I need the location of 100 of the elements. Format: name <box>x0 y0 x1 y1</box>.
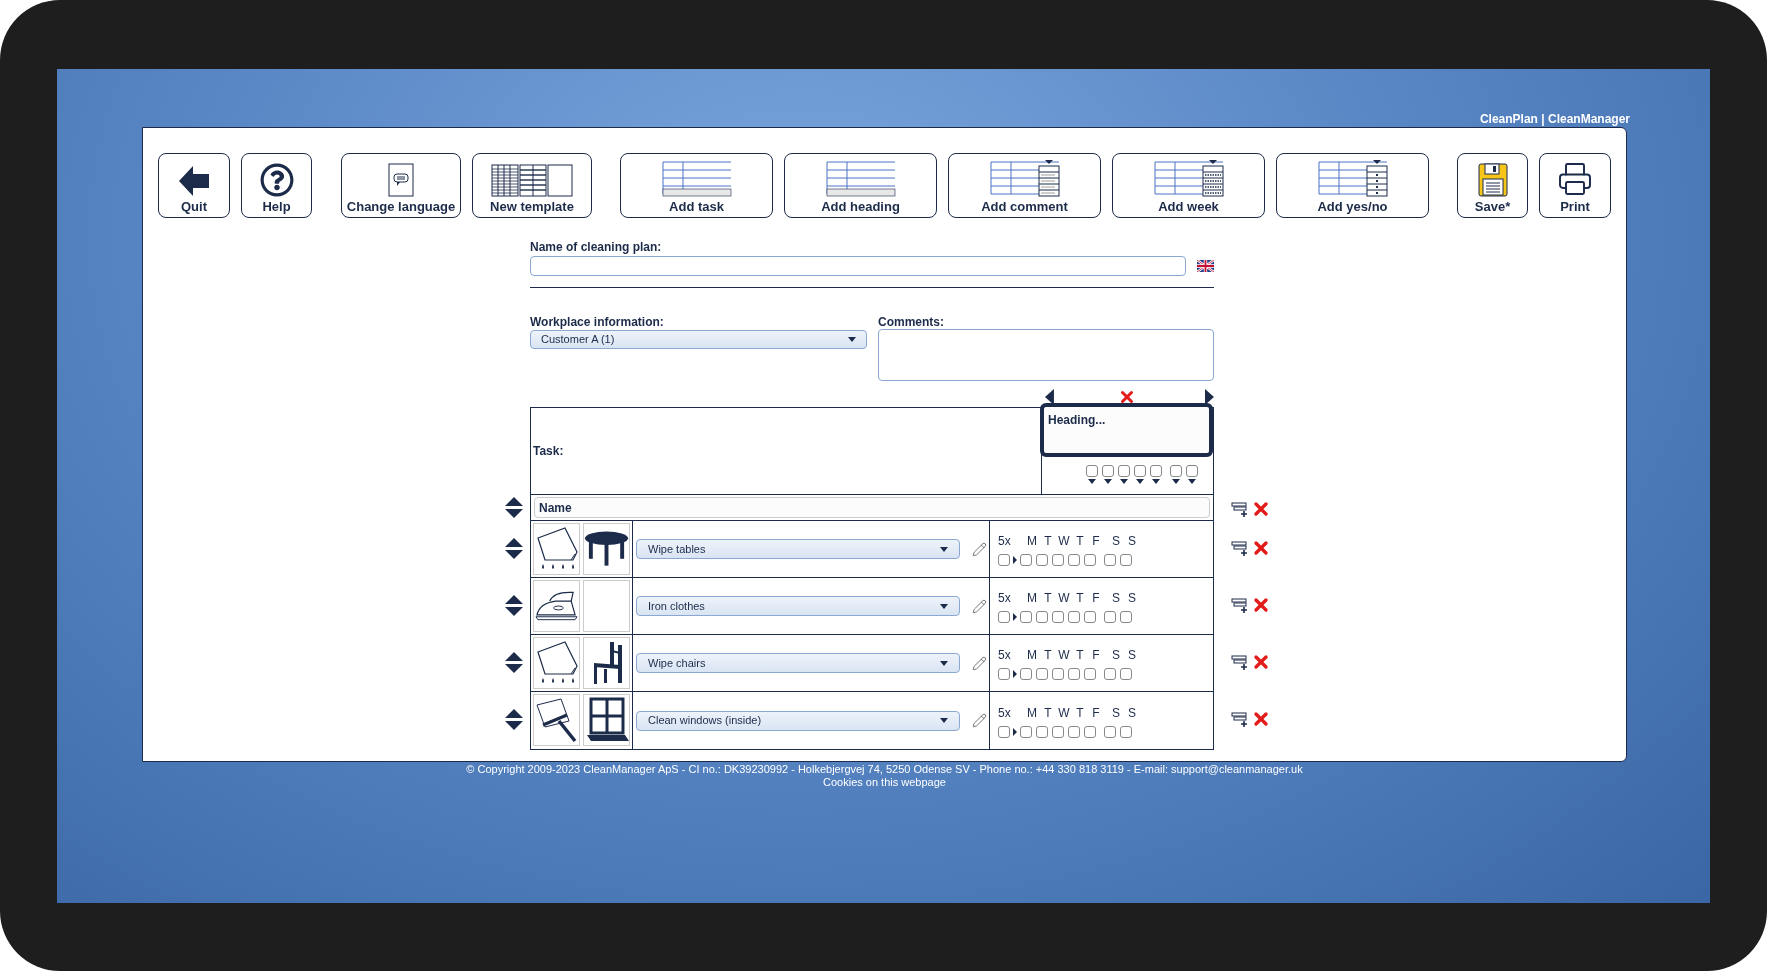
cookies-link[interactable]: Cookies on this webpage <box>823 776 946 789</box>
caret-right-icon <box>1013 727 1017 736</box>
toolbar-button[interactable]: Add heading <box>784 153 937 218</box>
pencil-icon[interactable] <box>972 541 987 557</box>
column-checkbox[interactable] <box>1085 465 1098 477</box>
day-checkbox[interactable] <box>1084 668 1096 680</box>
picture-cell[interactable] <box>583 580 630 632</box>
frequency-checkbox[interactable] <box>998 668 1010 680</box>
task-dropdown[interactable]: Iron clothes <box>636 596 960 616</box>
day-checkbox[interactable] <box>1020 611 1032 623</box>
day-checkbox[interactable] <box>1068 725 1080 738</box>
delete-icon[interactable] <box>1251 538 1271 558</box>
column-checkbox[interactable] <box>1169 465 1182 477</box>
day-checkbox[interactable] <box>1084 611 1096 623</box>
toolbar-button[interactable]: Add task <box>620 153 773 218</box>
comments-field[interactable] <box>878 329 1214 381</box>
table-templates-icon <box>491 161 573 197</box>
day-checkbox[interactable] <box>1052 668 1064 680</box>
left-arrow-icon <box>179 165 209 197</box>
picture-cell[interactable] <box>533 637 580 689</box>
name-field[interactable]: Name <box>534 497 1210 518</box>
week-table-icon <box>1152 159 1225 197</box>
day-checkbox[interactable] <box>1020 725 1032 738</box>
day-checkbox[interactable] <box>1052 725 1064 738</box>
toolbar-button[interactable]: Add comment <box>948 153 1101 218</box>
add-row-icon[interactable] <box>1231 540 1249 556</box>
field-label: Workplace information: <box>530 315 665 329</box>
day-label: T <box>1043 590 1053 607</box>
move-up-down-icon[interactable] <box>505 538 523 560</box>
add-row-icon[interactable] <box>1231 654 1249 670</box>
add-row-icon[interactable] <box>1231 711 1249 727</box>
add-row-icon[interactable] <box>1231 501 1249 517</box>
toolbar-button[interactable]: Save* <box>1457 153 1528 218</box>
toolbar-button[interactable]: Quit <box>158 153 230 218</box>
move-right-icon[interactable] <box>1205 389 1214 405</box>
task-dropdown[interactable]: Wipe tables <box>636 539 960 559</box>
column-checkbox[interactable] <box>1185 465 1198 477</box>
move-up-down-icon[interactable] <box>505 497 523 519</box>
toolbar-button[interactable]: Help <box>241 153 312 218</box>
toolbar-button[interactable]: Add yes/no <box>1276 153 1429 218</box>
day-checkbox[interactable] <box>1104 668 1116 680</box>
day-checkbox[interactable] <box>1084 554 1096 566</box>
day-checkbox[interactable] <box>1036 668 1048 680</box>
day-checkbox[interactable] <box>1104 725 1116 738</box>
picture-cell[interactable] <box>533 694 580 746</box>
move-up-down-icon[interactable] <box>505 709 523 731</box>
comment-table-icon <box>988 159 1061 197</box>
day-checkbox[interactable] <box>1084 725 1096 738</box>
delete-icon[interactable] <box>1251 595 1271 615</box>
picture-cell[interactable] <box>583 694 630 746</box>
window-icon <box>584 697 629 743</box>
day-label: T <box>1043 533 1053 550</box>
move-up-down-icon[interactable] <box>505 595 523 617</box>
day-checkbox[interactable] <box>1036 725 1048 738</box>
day-checkbox[interactable] <box>1036 611 1048 623</box>
heading-field[interactable]: Heading... <box>1040 403 1213 457</box>
column-checkbox[interactable] <box>1149 465 1162 477</box>
day-checkbox[interactable] <box>1120 611 1132 623</box>
pencil-icon[interactable] <box>972 655 987 671</box>
picture-cell[interactable] <box>533 523 580 575</box>
day-checkbox[interactable] <box>1052 554 1064 566</box>
column-checkbox[interactable] <box>1117 465 1130 477</box>
day-checkbox[interactable] <box>1020 668 1032 680</box>
toolbar-button[interactable]: New template <box>472 153 592 218</box>
move-left-icon[interactable] <box>1045 389 1055 405</box>
day-checkbox[interactable] <box>1104 554 1116 566</box>
delete-icon[interactable] <box>1251 499 1271 519</box>
picture-cell[interactable] <box>583 637 630 689</box>
day-checkbox[interactable] <box>1120 554 1132 566</box>
task-dropdown[interactable]: Clean windows (inside) <box>636 710 960 731</box>
toolbar-button[interactable]: Print <box>1539 153 1611 218</box>
day-checkbox[interactable] <box>1068 611 1080 623</box>
delete-icon[interactable] <box>1251 652 1271 672</box>
day-checkbox[interactable] <box>1104 611 1116 623</box>
frequency-checkbox[interactable] <box>998 725 1010 738</box>
pencil-icon[interactable] <box>972 598 987 614</box>
column-checkbox[interactable] <box>1101 465 1114 477</box>
task-dropdown[interactable]: Wipe chairs <box>636 653 960 673</box>
picture-cell[interactable] <box>533 580 580 632</box>
frequency-checkbox[interactable] <box>998 554 1010 566</box>
workplace-dropdown[interactable]: Customer A (1) <box>530 330 867 349</box>
day-checkbox[interactable] <box>1120 668 1132 680</box>
day-checkbox[interactable] <box>1036 554 1048 566</box>
move-up-down-icon[interactable] <box>505 652 523 674</box>
add-row-icon[interactable] <box>1231 597 1249 613</box>
frequency-checkbox[interactable] <box>998 611 1010 623</box>
day-checkbox[interactable] <box>1068 668 1080 680</box>
toolbar-button[interactable]: Change language <box>341 153 461 218</box>
day-checkbox[interactable] <box>1020 554 1032 566</box>
picture-cell[interactable] <box>583 523 630 575</box>
name-input-field[interactable] <box>530 256 1186 276</box>
column-checkbox[interactable] <box>1133 465 1146 477</box>
caret-right-icon <box>1013 613 1017 621</box>
day-checkbox[interactable] <box>1120 725 1132 738</box>
delete-icon[interactable] <box>1251 709 1271 729</box>
pencil-icon[interactable] <box>972 713 987 728</box>
day-checkbox[interactable] <box>1052 611 1064 623</box>
flag-icon[interactable] <box>1197 260 1214 272</box>
day-checkbox[interactable] <box>1068 554 1080 566</box>
toolbar-button[interactable]: Add week <box>1112 153 1265 218</box>
